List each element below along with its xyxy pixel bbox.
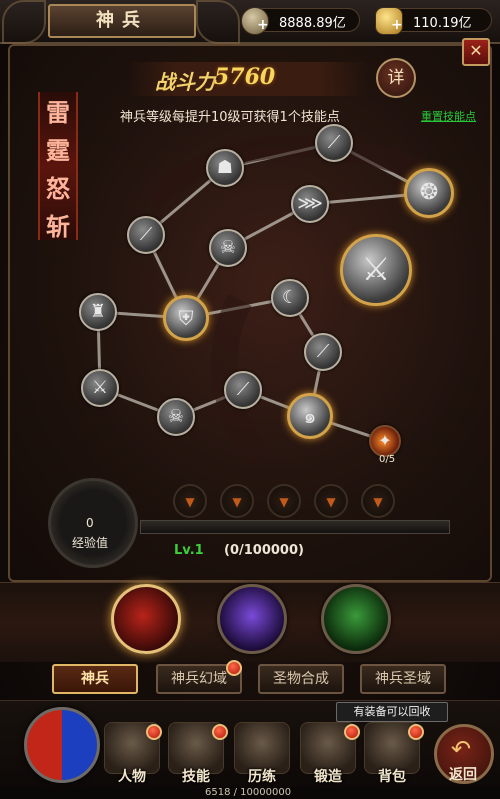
shield-skill-icon: ⛨ xyxy=(178,306,194,330)
game-screen: 神兵 + 8888.89亿 + 110.19亿 ✕ 战斗力 5760 详 神兵等… xyxy=(0,0,500,799)
menu-character-label: 人物 xyxy=(118,769,146,785)
dragon-strike-icon: ⚔ xyxy=(361,250,391,288)
skill-node[interactable]: ⟋ xyxy=(304,333,342,371)
skill-node[interactable]: ♜ xyxy=(79,293,117,331)
xp-value: 0 xyxy=(86,516,94,530)
upgrade-slot[interactable]: ▼ xyxy=(220,484,254,518)
blade-skill-icon: ⟋ xyxy=(139,224,153,245)
skill-node-major[interactable]: ๑ xyxy=(287,393,333,439)
spear-skill-icon: ⟋ xyxy=(316,341,330,362)
fire-skill-icon: ✦ xyxy=(378,431,392,450)
skill-node-major[interactable]: ⛨ xyxy=(163,295,209,341)
arrow-down-icon: ▼ xyxy=(232,495,242,509)
upgrade-slot[interactable]: ▼ xyxy=(314,484,348,518)
skill-node-ultimate[interactable]: ⚔ xyxy=(340,234,412,306)
alert-dot-icon xyxy=(146,724,162,740)
xp-label: 经验值 xyxy=(72,536,109,550)
skill-node[interactable]: ☾ xyxy=(271,279,309,317)
return-arrow-icon: ↶ xyxy=(451,735,472,763)
weapon-slot-fan[interactable] xyxy=(321,584,391,654)
sword-skill-icon: ⚔ xyxy=(91,377,109,398)
skill-node[interactable]: ☗ xyxy=(206,149,244,187)
tab-relic-synthesis[interactable]: 圣物合成 xyxy=(258,664,344,694)
alert-dot-icon xyxy=(408,724,424,740)
skill-node[interactable]: ⟋ xyxy=(224,371,262,409)
weapon-slot-spear[interactable] xyxy=(217,584,287,654)
alert-dot-icon xyxy=(344,724,360,740)
skill-node[interactable]: ⋙ xyxy=(291,185,329,223)
claw-skill-icon: ⋙ xyxy=(297,193,323,214)
alert-dot-icon xyxy=(226,660,242,676)
skill-node-count: 0/5 xyxy=(379,454,396,465)
rune-skill-icon: ❂ xyxy=(419,180,439,205)
menu-forge-label: 锻造 xyxy=(314,769,342,785)
menu-skill-label: 技能 xyxy=(182,769,210,785)
yin-yang-icon[interactable] xyxy=(24,707,100,783)
arrow-down-icon: ▼ xyxy=(373,495,383,509)
wing-skill-icon: ⟋ xyxy=(236,379,250,400)
slash-skill-icon: ⟋ xyxy=(327,132,341,153)
skill-node[interactable]: ☠ xyxy=(209,229,247,267)
skill-node-major[interactable]: ❂ xyxy=(404,168,454,218)
arrow-down-icon: ▼ xyxy=(185,495,195,509)
alert-dot-icon xyxy=(212,724,228,740)
arrow-down-icon: ▼ xyxy=(326,495,336,509)
weapon-level: Lv.1 xyxy=(174,543,204,558)
warrior-skill-icon: ♜ xyxy=(89,301,107,322)
tab-weapon-sanctum[interactable]: 神兵圣域 xyxy=(360,664,446,694)
back-label: 返回 xyxy=(449,767,477,783)
upgrade-slot[interactable]: ▼ xyxy=(173,484,207,518)
skill-node[interactable]: ⚔ xyxy=(81,369,119,407)
crescent-skill-icon: ☾ xyxy=(281,287,299,308)
upgrade-slot[interactable]: ▼ xyxy=(361,484,395,518)
xp-progress: (0/100000) xyxy=(224,543,304,558)
demon-skill-icon: ☠ xyxy=(167,406,185,427)
menu-training-label: 历练 xyxy=(248,769,276,785)
xp-bar xyxy=(140,520,450,534)
recycle-tooltip: 有装备可以回收 xyxy=(336,702,448,722)
weapon-slot-reaper[interactable] xyxy=(111,584,181,654)
beast-skill-icon: ☗ xyxy=(216,157,234,178)
tab-divine-weapon[interactable]: 神兵 xyxy=(52,664,138,694)
skill-node[interactable]: ⟋ xyxy=(315,124,353,162)
player-exp-text: 6518 / 10000000 xyxy=(205,787,292,798)
skill-node-locked[interactable]: ✦ xyxy=(369,425,401,457)
skill-node[interactable]: ⟋ xyxy=(127,216,165,254)
menu-bag-label: 背包 xyxy=(378,769,406,785)
arrow-down-icon: ▼ xyxy=(279,495,289,509)
skull-skill-icon: ☠ xyxy=(219,237,237,258)
upgrade-slot[interactable]: ▼ xyxy=(267,484,301,518)
skill-node[interactable]: ☠ xyxy=(157,398,195,436)
spiral-skill-icon: ๑ xyxy=(303,404,317,428)
